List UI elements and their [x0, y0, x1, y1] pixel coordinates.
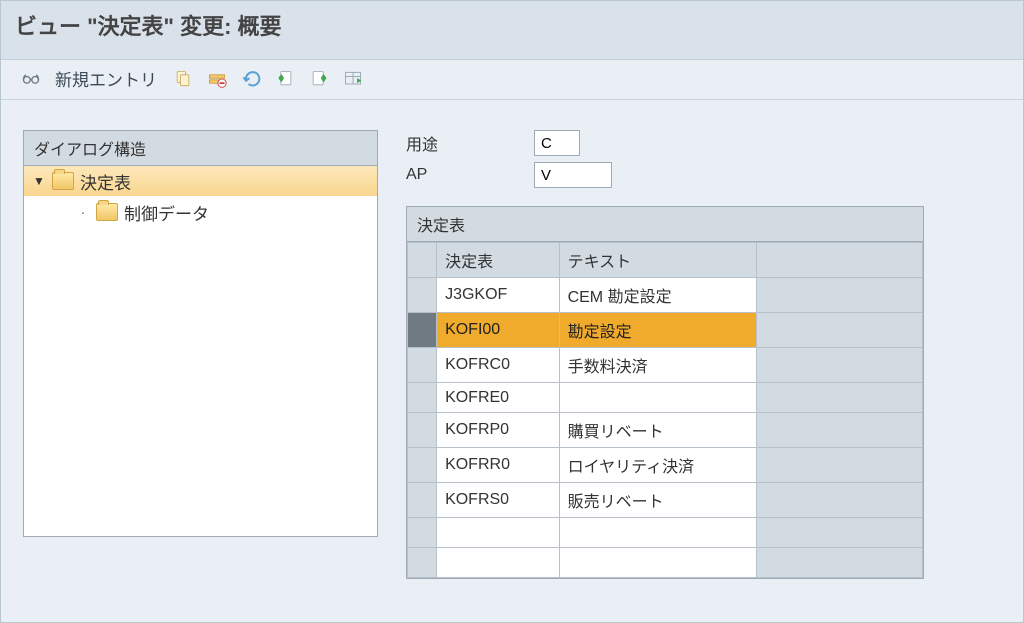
- cell-code[interactable]: J3GKOF: [437, 278, 560, 313]
- undo-icon[interactable]: [239, 68, 263, 90]
- page-title: ビュー "決定表" 変更: 概要: [15, 9, 1009, 41]
- tree-node-root-label: 決定表: [80, 169, 131, 194]
- table-row[interactable]: KOFRC0手数料決済: [408, 348, 923, 383]
- ap-field-row: AP: [406, 162, 1001, 188]
- row-marker[interactable]: [408, 383, 437, 413]
- usage-field-row: 用途: [406, 130, 1001, 156]
- table-row[interactable]: KOFRP0購買リベート: [408, 413, 923, 448]
- row-marker-header[interactable]: [408, 243, 437, 278]
- usage-input[interactable]: [534, 130, 580, 156]
- folder-icon: [52, 172, 74, 190]
- cell-text[interactable]: ロイヤリティ決済: [559, 448, 756, 483]
- folder-icon: [96, 203, 118, 221]
- row-marker[interactable]: [408, 348, 437, 383]
- page-next-icon[interactable]: [307, 68, 331, 90]
- row-marker[interactable]: [408, 518, 437, 548]
- collapse-icon[interactable]: ▼: [32, 174, 46, 188]
- new-entry-button[interactable]: 新規エントリ: [55, 66, 157, 91]
- row-marker[interactable]: [408, 448, 437, 483]
- cell-spacer: [756, 413, 922, 448]
- ap-label: AP: [406, 166, 516, 184]
- tree-node-child-label: 制御データ: [124, 200, 209, 225]
- decision-table-panel: 決定表 決定表 テキスト J3GKOFCEM 勘定設定KOFI00勘定設定KOF…: [406, 206, 924, 579]
- cell-code[interactable]: [437, 548, 560, 578]
- layout-icon[interactable]: [341, 68, 365, 90]
- table-row[interactable]: J3GKOFCEM 勘定設定: [408, 278, 923, 313]
- table-row[interactable]: KOFI00勘定設定: [408, 313, 923, 348]
- cell-code[interactable]: KOFRP0: [437, 413, 560, 448]
- col-header-text[interactable]: テキスト: [559, 243, 756, 278]
- app-window: ビュー "決定表" 変更: 概要 新規エントリ ダイアログ構造: [0, 0, 1024, 623]
- dialog-structure-body: ▼ 決定表 · 制御データ: [24, 166, 377, 536]
- tree-node-root[interactable]: ▼ 決定表: [24, 166, 377, 196]
- titlebar: ビュー "決定表" 変更: 概要: [1, 1, 1023, 60]
- cell-code[interactable]: KOFRR0: [437, 448, 560, 483]
- cell-spacer: [756, 548, 922, 578]
- cell-code[interactable]: KOFRC0: [437, 348, 560, 383]
- table-row[interactable]: KOFRS0販売リベート: [408, 483, 923, 518]
- cell-code[interactable]: [437, 518, 560, 548]
- cell-spacer: [756, 448, 922, 483]
- cell-spacer: [756, 483, 922, 518]
- row-marker[interactable]: [408, 278, 437, 313]
- col-header-code[interactable]: 決定表: [437, 243, 560, 278]
- dialog-structure-panel: ダイアログ構造 ▼ 決定表 · 制御データ: [23, 130, 378, 537]
- cell-text[interactable]: 勘定設定: [559, 313, 756, 348]
- table-row[interactable]: [408, 518, 923, 548]
- bullet-icon: ·: [76, 204, 90, 220]
- table-row[interactable]: KOFRR0ロイヤリティ決済: [408, 448, 923, 483]
- cell-code[interactable]: KOFRE0: [437, 383, 560, 413]
- cell-text[interactable]: 販売リベート: [559, 483, 756, 518]
- cell-spacer: [756, 278, 922, 313]
- table-row[interactable]: KOFRE0: [408, 383, 923, 413]
- cell-spacer: [756, 383, 922, 413]
- cell-spacer: [756, 348, 922, 383]
- col-spacer: [756, 243, 922, 278]
- cell-spacer: [756, 518, 922, 548]
- copy-icon[interactable]: [171, 68, 195, 90]
- cell-text[interactable]: 購買リベート: [559, 413, 756, 448]
- cell-text[interactable]: [559, 383, 756, 413]
- tree-node-child[interactable]: · 制御データ: [24, 196, 377, 228]
- table-row[interactable]: [408, 548, 923, 578]
- glasses-icon[interactable]: [19, 68, 43, 90]
- decision-table-title: 決定表: [407, 207, 923, 242]
- content-area: ダイアログ構造 ▼ 決定表 · 制御データ 用途: [1, 100, 1023, 609]
- decision-table: 決定表 テキスト J3GKOFCEM 勘定設定KOFI00勘定設定KOFRC0手…: [407, 242, 923, 578]
- page-prev-icon[interactable]: [273, 68, 297, 90]
- cell-text[interactable]: CEM 勘定設定: [559, 278, 756, 313]
- delete-row-icon[interactable]: [205, 68, 229, 90]
- cell-text[interactable]: [559, 548, 756, 578]
- usage-label: 用途: [406, 131, 516, 155]
- row-marker[interactable]: [408, 413, 437, 448]
- cell-code[interactable]: KOFI00: [437, 313, 560, 348]
- cell-text[interactable]: 手数料決済: [559, 348, 756, 383]
- dialog-structure-header: ダイアログ構造: [24, 131, 377, 166]
- ap-input[interactable]: [534, 162, 612, 188]
- row-marker[interactable]: [408, 313, 437, 348]
- toolbar: 新規エントリ: [1, 60, 1023, 100]
- cell-spacer: [756, 313, 922, 348]
- cell-code[interactable]: KOFRS0: [437, 483, 560, 518]
- row-marker[interactable]: [408, 483, 437, 518]
- row-marker[interactable]: [408, 548, 437, 578]
- right-panel: 用途 AP 決定表 決定表 テキスト: [406, 130, 1001, 579]
- cell-text[interactable]: [559, 518, 756, 548]
